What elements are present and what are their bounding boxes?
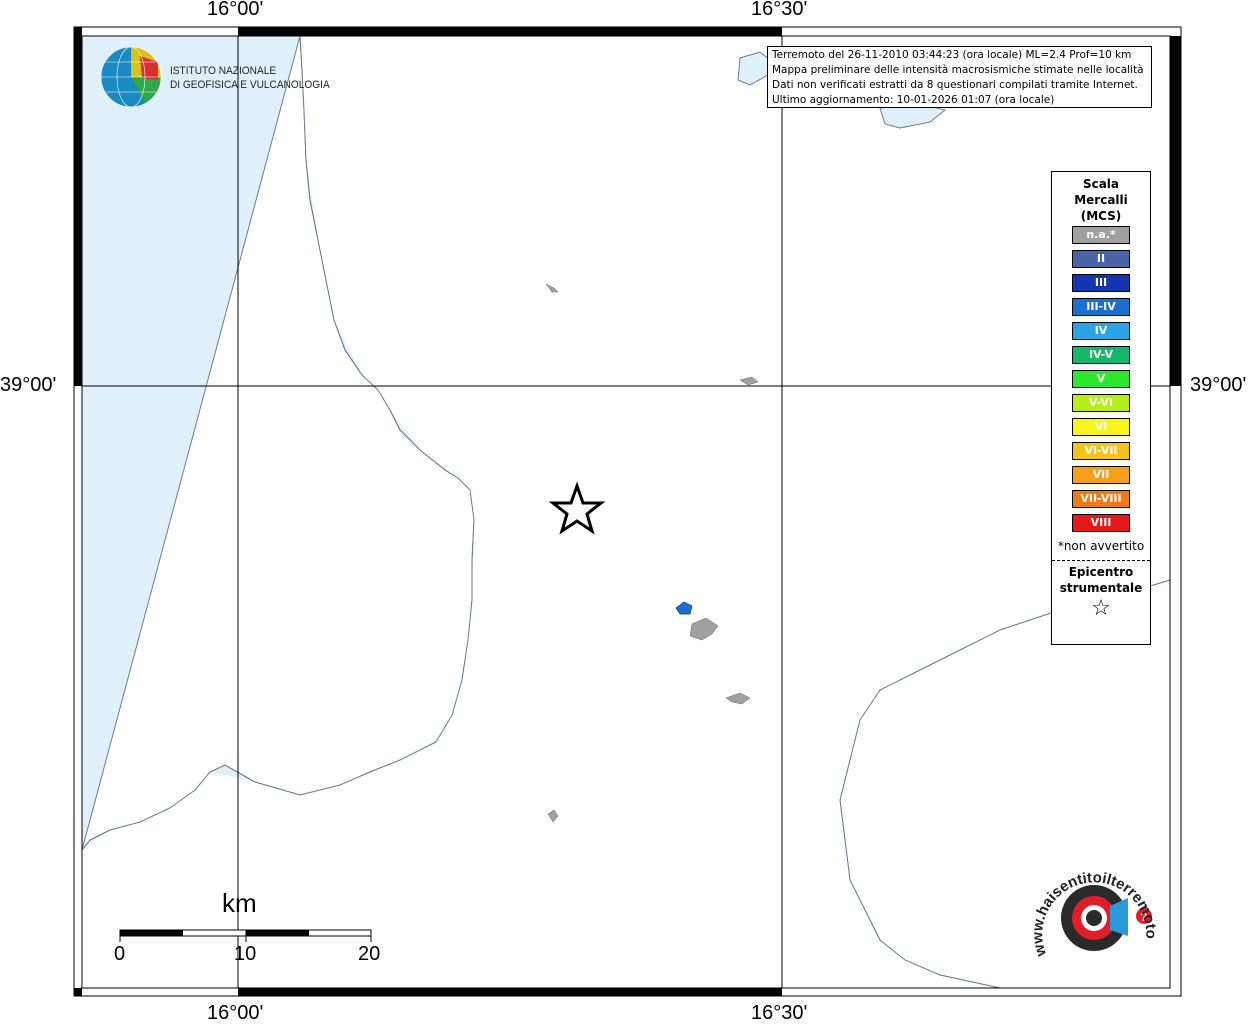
legend-star-icon: ☆ [1091,596,1111,621]
info-line-map: Mappa preliminare delle intensità macros… [772,64,1144,76]
lat-label-left-39-00: 39°00' [0,374,57,396]
legend-item: III [1072,274,1130,292]
legend-item: IV [1072,322,1130,340]
legend-item: VI [1072,418,1130,436]
info-line-updated: Ultimo aggiornamento: 10-01-2026 01:07 (… [772,94,1055,106]
legend-item: V [1072,370,1130,388]
lon-label-top-16-30: 16°30' [751,0,808,20]
legend-epicenter-line2: strumentale [1059,581,1143,595]
mcs-legend: Scala Mercalli (MCS) n.a.* II III III-IV IV I… [1051,171,1151,645]
legend-title-line2: Mercalli [1074,193,1128,207]
scale-label-20: 20 [358,943,381,965]
lat-label-right-39-00: 39°00' [1190,374,1247,396]
info-line-event: Terremoto del 26-11-2010 03:44:23 (ora l… [772,49,1132,61]
scale-label-0: 0 [114,943,126,965]
ingv-globe-logo [100,46,162,108]
ingv-logo-line2: DI GEOFISICA E VULCANOLOGIA [170,79,330,91]
legend-title-line1: Scala [1082,177,1120,191]
scale-label-10: 10 [234,943,257,965]
info-line-data: Dati non verificati estratti da 8 questi… [772,79,1138,91]
lon-label-bottom-16-00: 16°00' [207,1002,264,1024]
scale-bar-title: km [222,888,257,918]
legend-item: VI-VII [1072,442,1130,460]
legend-epicenter-label: Epicentro strumentale [1052,564,1150,596]
legend-item: VIII [1072,514,1130,532]
lon-label-top-16-00: 16°00' [207,0,264,20]
legend-separator [1052,560,1150,561]
legend-item: IV-V [1072,346,1130,364]
event-info-box: Terremoto del 26-11-2010 03:44:23 (ora l… [767,46,1152,108]
legend-title-line3: (MCS) [1080,209,1122,223]
legend-item: VII-VIII [1072,490,1130,508]
legend-item: III-IV [1072,298,1130,316]
legend-item: V-VI [1072,394,1130,412]
legend-item: VII [1072,466,1130,484]
legend-note: *non avvertito [1057,539,1145,553]
lon-label-bottom-16-30: 16°30' [751,1002,808,1024]
ingv-logo-line1: ISTITUTO NAZIONALE [170,65,277,77]
legend-item: n.a.* [1072,226,1130,244]
ingv-logo-text: ISTITUTO NAZIONALE DI GEOFISICA E VULCAN… [170,64,330,92]
legend-epicenter-line1: Epicentro [1068,565,1134,579]
legend-items: n.a.* II III III-IV IV IV-V V V-VI VI VI-VII VII VI… [1052,226,1150,532]
legend-title: Scala Mercalli (MCS) [1052,176,1150,224]
legend-item: II [1072,250,1130,268]
